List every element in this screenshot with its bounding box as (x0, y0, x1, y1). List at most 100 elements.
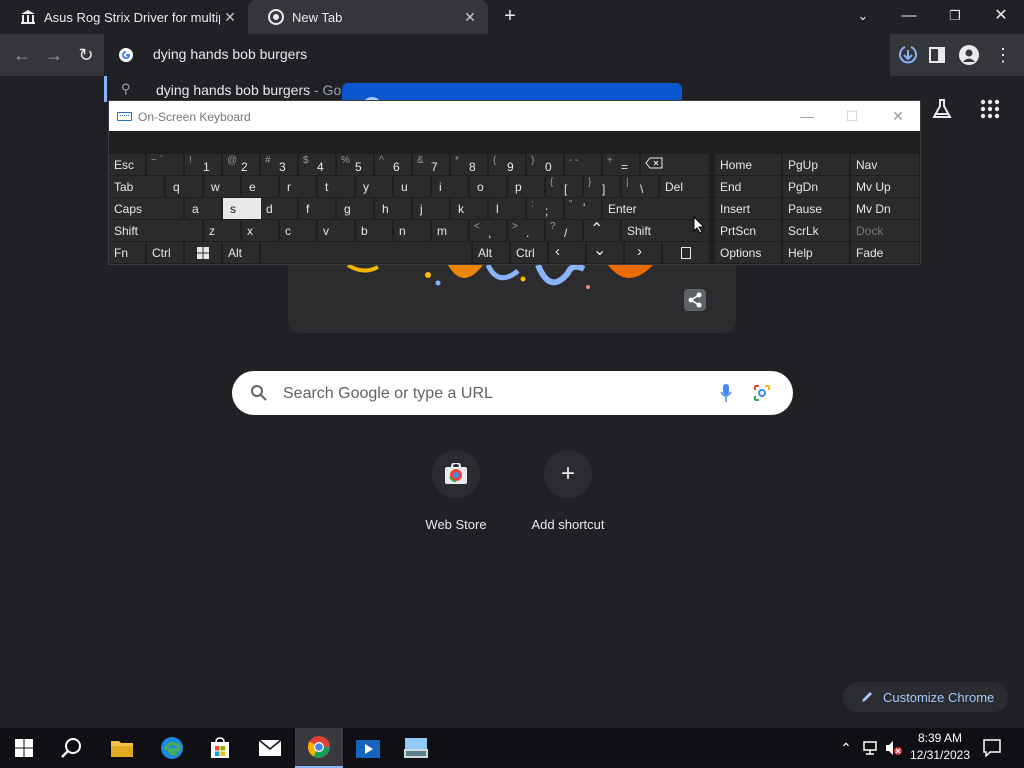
taskbar-store[interactable] (196, 728, 244, 768)
key-right-bracket[interactable]: }] (584, 176, 620, 197)
key-windows[interactable] (185, 242, 221, 263)
new-tab-plus-icon[interactable]: + (500, 6, 520, 26)
key-scrlk[interactable]: ScrLk (783, 220, 849, 241)
key-f[interactable]: f (299, 198, 335, 219)
key-down-arrow[interactable]: ⌄ (587, 242, 623, 263)
key-s[interactable]: s (223, 198, 261, 219)
key-l[interactable]: l (489, 198, 525, 219)
restore-icon[interactable]: ❐ (943, 6, 967, 26)
key-y[interactable]: y (356, 176, 392, 197)
key-ctrl-left[interactable]: Ctrl (147, 242, 183, 263)
profile-avatar-icon[interactable] (959, 45, 979, 65)
taskbar-file-explorer[interactable] (98, 728, 146, 768)
key-left-arrow[interactable]: ‹ (549, 242, 585, 263)
labs-flask-icon[interactable] (930, 97, 954, 121)
show-hidden-icons-chevron-icon[interactable]: ⌃ (838, 740, 854, 756)
key-c[interactable]: c (280, 220, 316, 241)
key-n[interactable]: n (394, 220, 430, 241)
taskbar-media-player[interactable] (344, 728, 392, 768)
key-backspace[interactable] (641, 154, 709, 175)
omnibox-input[interactable]: dying hands bob burgers (153, 46, 307, 62)
ntp-search-box[interactable]: Search Google or type a URL (232, 371, 793, 415)
notification-center-icon[interactable] (983, 739, 1001, 758)
key-8[interactable]: * 8 (451, 154, 487, 175)
key-pgdn[interactable]: PgDn (783, 176, 849, 197)
key-i[interactable]: i (432, 176, 468, 197)
key-equals[interactable]: + = (603, 154, 639, 175)
key-tilde[interactable]: ~ ` (147, 154, 183, 175)
taskbar-chrome[interactable] (295, 728, 343, 768)
share-icon[interactable] (684, 289, 706, 311)
key-nav[interactable]: Nav (851, 154, 919, 175)
menu-kebab-icon[interactable]: ⋮ (994, 44, 1012, 66)
key-period[interactable]: >. (508, 220, 544, 241)
network-icon[interactable] (862, 740, 880, 756)
key-comma[interactable]: <, (470, 220, 506, 241)
google-lens-icon[interactable] (753, 384, 771, 402)
key-prtscn[interactable]: PrtScn (715, 220, 781, 241)
key-alt-left[interactable]: Alt (223, 242, 259, 263)
key-5[interactable]: % 5 (337, 154, 373, 175)
key-u[interactable]: u (394, 176, 430, 197)
key-ctrl-right[interactable]: Ctrl (511, 242, 547, 263)
customize-chrome-button[interactable]: Customize Chrome (843, 682, 1008, 712)
key-7[interactable]: & 7 (413, 154, 449, 175)
key-mv-up[interactable]: Mv Up (851, 176, 919, 197)
key-e[interactable]: e (242, 176, 278, 197)
key-dock[interactable]: Dock (851, 220, 919, 241)
key-3[interactable]: #3 (261, 154, 297, 175)
key-x[interactable]: x (242, 220, 278, 241)
key-b[interactable]: b (356, 220, 392, 241)
osk-titlebar[interactable]: On-Screen Keyboard — ☐ ✕ (109, 101, 920, 131)
key-q[interactable]: q (166, 176, 202, 197)
key-minus[interactable]: - - (565, 154, 601, 175)
key-mv-dn[interactable]: Mv Dn (851, 198, 919, 219)
key-2[interactable]: @2 (223, 154, 259, 175)
key-j[interactable]: j (413, 198, 449, 219)
osk-close-icon[interactable]: ✕ (888, 107, 908, 125)
key-h[interactable]: h (375, 198, 411, 219)
key-m[interactable]: m (432, 220, 468, 241)
forward-icon[interactable]: → (43, 44, 65, 66)
key-0[interactable]: ) 0 (527, 154, 563, 175)
tab-new-tab[interactable]: New Tab ✕ (248, 0, 488, 34)
shortcut-web-store[interactable]: Web Store (406, 448, 506, 532)
back-icon[interactable]: ← (11, 44, 33, 66)
key-fn[interactable]: Fn (109, 242, 145, 263)
key-6[interactable]: ^ 6 (375, 154, 411, 175)
key-home[interactable]: Home (715, 154, 781, 175)
key-t[interactable]: t (318, 176, 354, 197)
key-up-arrow[interactable]: ⌃ (584, 220, 620, 241)
key-p[interactable]: p (508, 176, 544, 197)
download-icon[interactable] (897, 43, 919, 67)
key-alt-right[interactable]: Alt (473, 242, 509, 263)
key-o[interactable]: o (470, 176, 506, 197)
key-k[interactable]: k (451, 198, 487, 219)
key-backslash[interactable]: | \ (622, 176, 658, 197)
key-esc[interactable]: Esc (109, 154, 145, 175)
key-z[interactable]: z (204, 220, 240, 241)
volume-muted-icon[interactable] (885, 740, 903, 756)
key-1[interactable]: ! 1 (185, 154, 221, 175)
tab-asus-driver[interactable]: Asus Rog Strix Driver for multiple ✕ (0, 0, 248, 34)
close-tab-icon[interactable]: ✕ (222, 9, 238, 25)
minimize-icon[interactable]: — (897, 6, 921, 26)
key-left-bracket[interactable]: {[ (546, 176, 582, 197)
tab-search-chevron-icon[interactable]: ⌄ (851, 6, 875, 26)
key-a[interactable]: a (185, 198, 221, 219)
reload-icon[interactable]: ↻ (75, 44, 97, 66)
key-pgup[interactable]: PgUp (783, 154, 849, 175)
key-tab[interactable]: Tab (109, 176, 164, 197)
google-doodle[interactable] (288, 265, 736, 333)
key-del[interactable]: Del (660, 176, 709, 197)
key-options[interactable]: Options (715, 242, 781, 263)
key-end[interactable]: End (715, 176, 781, 197)
key-semicolon[interactable]: :; (527, 198, 563, 219)
key-pause[interactable]: Pause (783, 198, 849, 219)
key-fade[interactable]: Fade (851, 242, 919, 263)
key-menu[interactable] (663, 242, 709, 263)
key-g[interactable]: g (337, 198, 373, 219)
key-quote[interactable]: " ' (565, 198, 601, 219)
taskbar-edge[interactable] (148, 728, 196, 768)
key-slash[interactable]: ? / (546, 220, 582, 241)
